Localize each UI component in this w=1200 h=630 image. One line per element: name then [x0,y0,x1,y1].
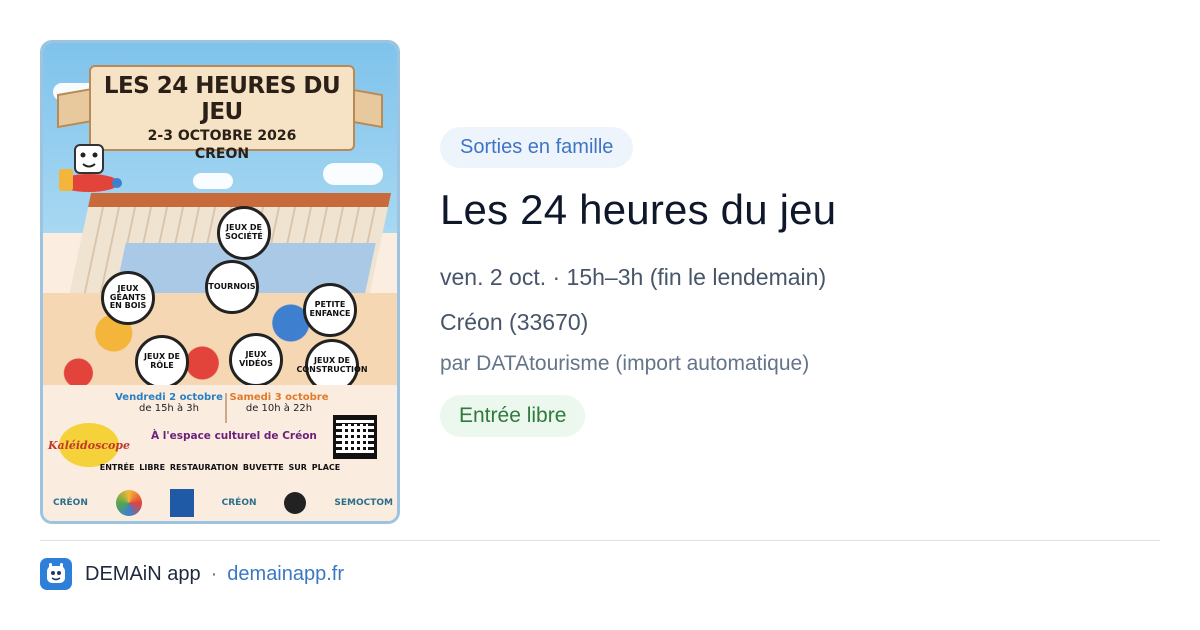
sponsor-logo: SEMOCTOM [334,498,393,508]
kaleidoscope-logo: Kaléidoscope [48,423,130,467]
event-title: Les 24 heures du jeu [440,186,837,233]
cloud [323,163,383,185]
category-chip[interactable]: Sorties en famille [440,127,634,168]
event-poster-image[interactable]: LES 24 HEURES DU JEU 2-3 OCTOBRE 2026 CR… [40,40,400,524]
sponsor-logo-icon [115,490,142,516]
poster-sponsors: CRÉON CRÉON SEMOCTOM [53,489,393,517]
dice-plane-icon [59,144,122,192]
event-source: par DATAtourisme (import automatique) [440,352,810,375]
poster-day-2-label: Samedi 3 octobre [229,392,329,403]
poster-badge: JEUX DE RÔLE [135,335,189,389]
poster-badge: JEUX GÉANTS EN BOIS [101,271,155,325]
poster-badge: PETITE ENFANCE [303,283,357,337]
footer-separator: · [210,562,218,585]
footer-divider [40,540,1160,541]
poster-day-2-hours: de 10h à 22h [245,403,313,414]
poster-day-2: Samedi 3 octobre de 10h à 22h [229,392,329,414]
poster-divider [225,393,227,423]
price-chip: Entrée libre [440,395,586,437]
poster-badge: JEUX DE SOCIÉTÉ [217,206,271,260]
poster-town: CREON [194,146,250,162]
poster-services: ENTRÉE LIBRE RESTAURATION BUVETTE SUR PL… [99,463,341,472]
cloud [193,173,233,189]
sponsor-logo-icon [284,492,307,514]
poster-badge: TOURNOIS [205,260,259,314]
poster-badge: JEUX VIDÉOS [229,333,283,387]
poster-banner: LES 24 HEURES DU JEU 2-3 OCTOBRE 2026 CR… [89,65,355,162]
poster-title: LES 24 HEURES DU JEU [103,73,341,125]
sponsor-logo-icon [169,489,194,517]
footer: DEMAiN app · demainapp.fr [40,558,344,590]
event-date: ven. 2 oct. · 15h–3h (fin le lendemain) [440,264,827,290]
app-url-link[interactable]: demainapp.fr [227,563,344,586]
app-name: DEMAiN app [85,562,201,585]
poster-day-1-label: Vendredi 2 octobre [115,392,223,403]
demain-app-icon[interactable] [40,558,72,590]
poster-venue: À l'espace culturel de Créon [151,430,317,442]
event-place: Créon (33670) [440,309,589,335]
mascot-icon [47,563,65,583]
poster-dates: 2-3 OCTOBRE 2026 [147,128,297,144]
poster-day-1-hours: de 15h à 3h [139,403,199,414]
sponsor-logo: CRÉON [221,498,257,508]
banner-fold [57,87,93,129]
poster-day-1: Vendredi 2 octobre de 15h à 3h [115,392,223,414]
qr-code-icon [333,415,377,459]
sponsor-logo: CRÉON [53,498,88,508]
